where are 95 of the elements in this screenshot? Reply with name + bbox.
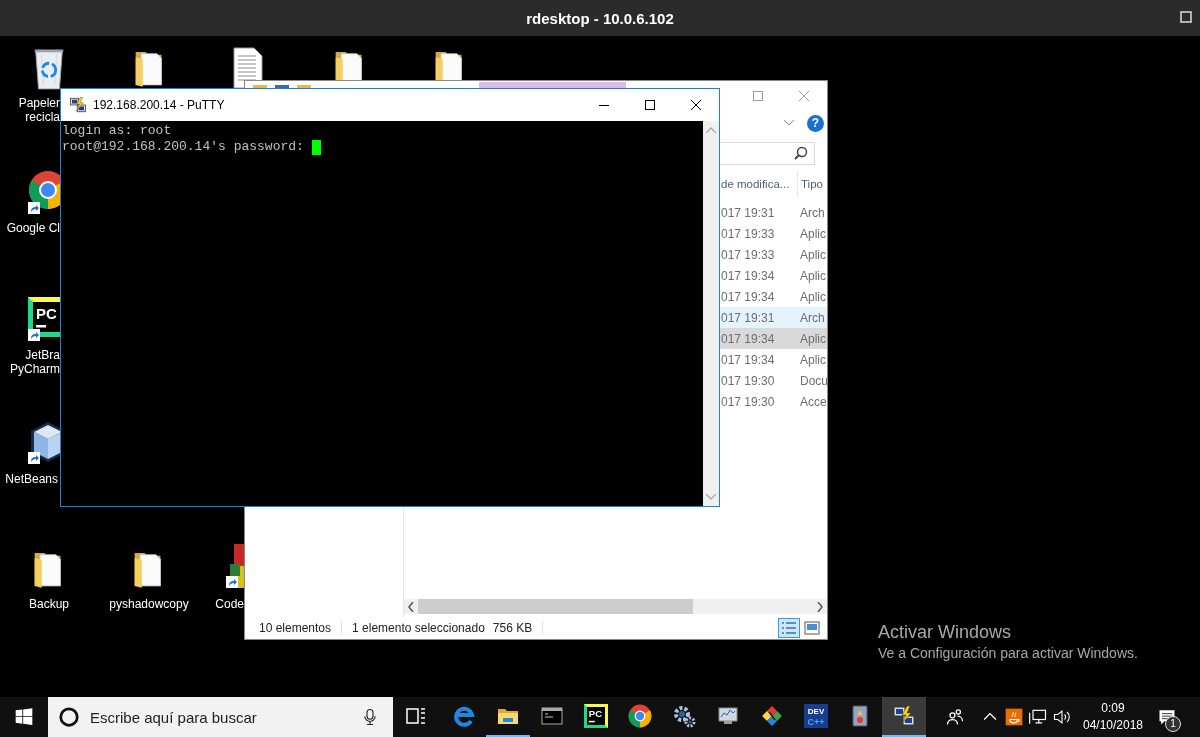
icon-label: Backup: [29, 597, 69, 611]
cup-logo-icon: [1004, 707, 1024, 727]
column-header[interactable]: Tipo: [797, 171, 827, 197]
table-cell-text: Arch: [799, 310, 826, 325]
table-cell-text: 017 19:31: [720, 205, 776, 220]
e-logo-icon: [452, 704, 476, 728]
icon-label: NetBeans: [5, 472, 58, 486]
file-row[interactable]: 017 19:33 Aplic: [716, 223, 827, 244]
view-button[interactable]: [801, 618, 823, 638]
chevron-right-icon: [817, 601, 823, 612]
icon-label: recicla: [25, 110, 60, 124]
microphone-icon: [361, 708, 379, 726]
item-count: 10 elementos: [259, 621, 332, 635]
view-button[interactable]: [778, 618, 800, 638]
text-logo-icon: DEV C++: [804, 704, 828, 728]
table-cell-text: Aplic: [799, 331, 827, 346]
file-row[interactable]: 017 19:30 Docu: [716, 370, 827, 391]
terminal-icon: [540, 704, 564, 728]
close-icon: [691, 100, 701, 110]
table-cell-text: 017 19:34: [720, 352, 776, 367]
chevron-down-icon: [784, 120, 794, 126]
close-icon: [799, 90, 809, 101]
notification-count: 1: [1165, 716, 1181, 732]
people-icon: [945, 707, 965, 727]
horizontal-scrollbar[interactable]: [404, 599, 827, 614]
table-cell-text: Arch: [799, 205, 826, 220]
table-cell-text: Acce: [799, 394, 827, 409]
icon-label: PyCharm: [10, 362, 60, 376]
table-cell-text: Aplic: [799, 352, 827, 367]
file-row[interactable]: 017 19:34 Aplic: [716, 349, 827, 370]
file-row[interactable]: 017 19:30 Acce: [716, 391, 827, 412]
taskbar-app-button[interactable]: PC: [574, 697, 618, 737]
activation-message: Ve a Configuración para activar Windows.: [878, 645, 1138, 661]
file-row[interactable]: 017 19:34 Aplic: [716, 286, 827, 307]
table-cell-text: Aplic: [799, 289, 827, 304]
clock-date: 04/10/2018: [1082, 717, 1144, 734]
selection-info: 1 elemento seleccionado: [352, 621, 485, 635]
file-row[interactable]: 017 19:31 Arch: [716, 202, 827, 223]
table-cell-text: Aplic: [799, 268, 827, 283]
table-cell-text: 017 19:30: [720, 394, 776, 409]
search-field[interactable]: [720, 141, 815, 165]
terminal-line: root@192.168.200.14's password:: [62, 139, 304, 155]
table-cell-text: Aplic: [799, 226, 827, 241]
taskbar-app-button[interactable]: DEV C++: [794, 697, 838, 737]
table-cell-text: 017 19:31: [720, 310, 776, 325]
icon-label: Papeler: [18, 96, 60, 110]
table-cell-text: Docu: [799, 373, 827, 388]
computers-lightning-icon: [69, 96, 87, 114]
window-panes-icon: [14, 707, 34, 727]
diamond-logo-icon: [760, 704, 784, 728]
gears-icon: [672, 704, 696, 728]
chevron-down-icon: [706, 494, 716, 500]
details-view-icon: [781, 621, 797, 635]
window-title: 192.168.200.14 - PuTTY: [93, 98, 225, 112]
speaker-icon: [1052, 707, 1072, 727]
selection-size: 756 KB: [492, 621, 533, 635]
round-logo-icon: [628, 704, 652, 728]
chevron-left-icon: [408, 601, 414, 612]
chevron-up-icon: [706, 127, 716, 133]
file-row[interactable]: 017 19:34 Aplic: [716, 265, 827, 286]
terminal[interactable]: login as: root root@192.168.200.14's password:: [61, 121, 703, 506]
activation-title: Activar Windows: [878, 622, 1013, 643]
icon-label: Code: [215, 597, 244, 611]
file-row[interactable]: 017 19:33 Aplic: [716, 244, 827, 265]
table-cell-text: 017 19:33: [720, 247, 776, 262]
search-box[interactable]: Escribe aquí para buscar: [48, 697, 393, 737]
search-icon: [794, 146, 808, 160]
maximize-icon[interactable]: [1180, 11, 1192, 23]
table-cell-text: 017 19:34: [720, 289, 776, 304]
icon-label: JetBra: [25, 348, 60, 362]
maximize-icon: [645, 100, 655, 110]
table-cell-text: 017 19:33: [720, 226, 776, 241]
clock-time: 0:09: [1101, 700, 1125, 717]
table-cell-text: 017 19:30: [720, 373, 776, 388]
maximize-icon: [753, 90, 763, 101]
minimize-icon: [599, 104, 609, 106]
notifications-button[interactable]: 1: [1150, 697, 1184, 737]
network-icon: [1028, 707, 1048, 727]
table-cell-text: 017 19:34: [720, 268, 776, 283]
window-title: rdesktop - 10.0.6.102: [526, 9, 674, 27]
square-logo-icon: PC: [584, 704, 608, 728]
computers-lightning-icon: [892, 704, 916, 728]
help-button[interactable]: ?: [807, 114, 824, 132]
clock-button[interactable]: 0:09 04/10/2018: [1080, 700, 1146, 734]
icon-label: Google Cl: [6, 221, 60, 235]
vertical-scrollbar[interactable]: [703, 121, 719, 506]
preview-view-icon: [804, 621, 820, 635]
taskbar-app-button[interactable]: [882, 697, 926, 737]
circle-icon: [58, 706, 80, 728]
icon-label: pyshadowcopy: [109, 597, 189, 611]
table-cell-text: Aplic: [799, 247, 827, 262]
table-cell-text: 017 19:34: [720, 331, 776, 346]
column-header[interactable]: de modifica...: [716, 171, 797, 197]
search-field[interactable]: Escribe aquí para buscar: [90, 708, 351, 726]
terminal-line: login as: root: [62, 123, 172, 139]
